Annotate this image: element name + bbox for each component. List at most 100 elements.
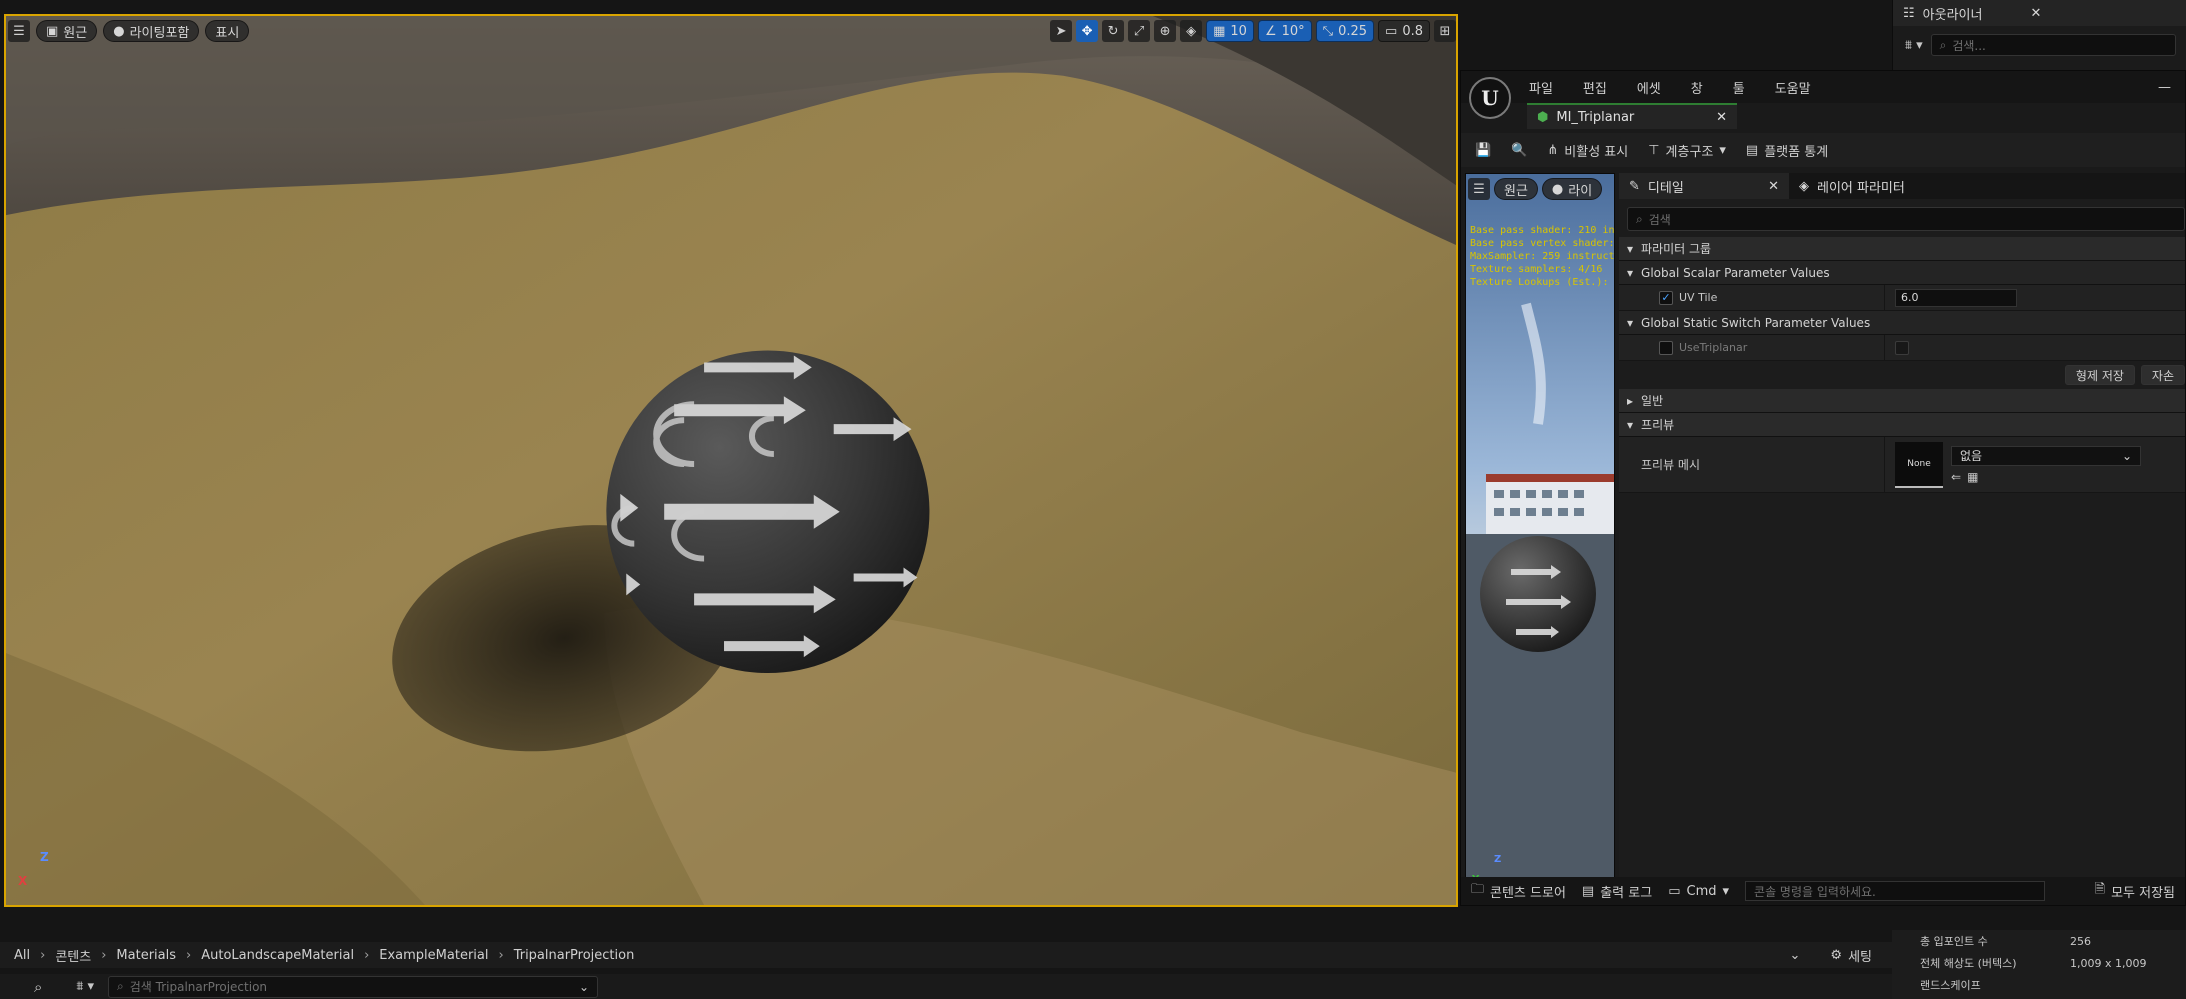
static-switch-parameter-group[interactable]: ▾ Global Static Switch Parameter Values — [1619, 311, 2185, 335]
save-icon[interactable]: 💾 — [1475, 143, 1491, 158]
viewport-layout-icon[interactable]: ⊞ — [1434, 20, 1456, 42]
browse-icon[interactable]: 🔍 — [1511, 143, 1527, 158]
preview-section-header[interactable]: ▾ 프리뷰 — [1619, 413, 2185, 437]
hide-inactive-button[interactable]: ⋔ 비활성 표시 — [1547, 141, 1628, 160]
breadcrumb-autolandscape[interactable]: AutoLandscapeMaterial — [201, 948, 354, 963]
preview-mesh-value-cell: None 없음 ⌄ ⇐ ▦ — [1885, 437, 2141, 492]
menu-window[interactable]: 창 — [1691, 78, 1703, 97]
breadcrumb-materials[interactable]: Materials — [116, 948, 176, 963]
menu-edit[interactable]: 편집 — [1583, 78, 1607, 97]
use-selected-icon[interactable]: ⇐ — [1951, 470, 1961, 484]
preview-mesh-dropdown[interactable]: 없음 ⌄ — [1951, 445, 2141, 466]
outliner-tab[interactable]: ☷ 아웃라이너 ✕ — [1893, 0, 2186, 26]
close-icon[interactable]: ✕ — [1716, 110, 1727, 125]
stats-row: 전체 해상도 (버텍스) 1,009 x 1,009 — [1920, 956, 2147, 971]
filter-icon[interactable]: ⩩ ▾ — [1905, 38, 1923, 53]
uv-tile-checkbox[interactable]: ✓ — [1659, 290, 1673, 305]
camera-icon: ▭ — [1385, 23, 1398, 39]
menu-file[interactable]: 파일 — [1529, 78, 1553, 97]
unreal-logo: U — [1469, 77, 1511, 119]
folder-icon: 🗀 — [1471, 882, 1485, 897]
rotation-snap-button[interactable]: ∠ 10° — [1257, 20, 1312, 42]
tab-layer-parameters[interactable]: ◈ 레이어 파라미터 — [1789, 173, 1915, 199]
preview-menu-icon[interactable]: ☰ — [1468, 178, 1490, 200]
search-icon: ⌕ — [117, 979, 124, 993]
material-preview-viewport[interactable]: ☰ 원근 ● 라이 Base pass shader: 210 instru B… — [1465, 173, 1615, 903]
save-child-button[interactable]: 자손 — [2140, 365, 2185, 385]
save-sibling-button[interactable]: 형제 저장 — [2064, 365, 2135, 385]
use-triplanar-value-checkbox[interactable] — [1895, 340, 1909, 355]
scalar-parameter-group[interactable]: ▾ Global Scalar Parameter Values — [1619, 261, 2185, 285]
camera-speed-button[interactable]: ▭ 0.8 — [1378, 20, 1430, 42]
sphere-icon: ● — [1551, 181, 1564, 197]
viewport-transform-tools: ➤ ✥ ↻ ⤢ ⊕ ◈ ▦ 10 ∠ 10° ⤡ 0.25 ▭ 0.8 ⊞ — [1050, 20, 1456, 42]
show-button[interactable]: 표시 — [205, 20, 250, 42]
preview-lighting-button[interactable]: ● 라이 — [1541, 178, 1603, 200]
output-log-button[interactable]: ▤ 출력 로그 — [1582, 882, 1652, 901]
breadcrumb-content[interactable]: 콘텐츠 — [55, 946, 91, 965]
preview-perspective-button[interactable]: 원근 — [1494, 178, 1538, 200]
content-browser-path-bar: All › 콘텐츠 › Materials › AutoLandscapeMat… — [0, 942, 1892, 968]
close-icon[interactable]: ✕ — [2030, 6, 2041, 21]
move-tool-icon[interactable]: ✥ — [1076, 20, 1099, 42]
use-triplanar-name: UseTriplanar — [1619, 335, 1885, 360]
editor-status-bar: 🗀 콘텐츠 드로어 ▤ 출력 로그 ▭ Cmd ▾ 콘솔 명령을 입력하세요. … — [1461, 877, 2185, 905]
chevron-down-icon: ▾ — [1627, 417, 1634, 432]
parameter-groups-header[interactable]: ▾ 파라미터 그룹 — [1619, 237, 2185, 261]
use-triplanar-override-checkbox[interactable] — [1659, 340, 1673, 355]
pencil-icon: ✎ — [1629, 178, 1640, 194]
chevron-down-icon: ▾ — [1627, 265, 1634, 280]
preview-mesh-thumbnail[interactable]: None — [1895, 441, 1943, 488]
document-tab-mi-triplanar[interactable]: ⬢ MI_Triplanar ✕ — [1527, 103, 1737, 129]
terminal-icon: ▭ — [1668, 883, 1681, 899]
select-tool-icon[interactable]: ➤ — [1050, 20, 1073, 42]
menu-help[interactable]: 도움말 — [1775, 78, 1811, 97]
filter-icon[interactable]: ⩩ ▾ — [76, 979, 94, 994]
stats-icon: ▤ — [1745, 142, 1759, 158]
chevron-right-icon: › — [364, 947, 370, 963]
general-section-header[interactable]: ▸ 일반 — [1619, 389, 2185, 413]
landscape-stats-panel: 총 입포인트 수 256 전체 해상도 (버텍스) 1,009 x 1,009 … — [1892, 930, 2186, 999]
preview-toolbar: ☰ 원근 ● 라이 — [1468, 176, 1612, 202]
scale-snap-icon: ⤡ — [1322, 23, 1334, 39]
preview-mesh-name: 프리뷰 메시 — [1619, 437, 1885, 492]
console-command-input[interactable]: 콘솔 명령을 입력하세요. — [1745, 881, 2046, 901]
chevron-down-icon: ⌄ — [2121, 448, 2132, 463]
perspective-button[interactable]: ▣ 원근 — [36, 20, 98, 42]
chevron-down-icon[interactable]: ⌄ — [1790, 948, 1801, 963]
menu-asset[interactable]: 에셋 — [1637, 78, 1661, 97]
content-drawer-button[interactable]: 🗀 콘텐츠 드로어 — [1471, 880, 1566, 902]
hierarchy-button[interactable]: ⊤ 계층구조 ▾ — [1648, 141, 1726, 160]
search-icon[interactable]: ⌕ — [34, 978, 42, 996]
uv-tile-value-input[interactable]: 6.0 — [1895, 288, 2017, 307]
content-search-input[interactable]: ⌕ 검색 TripalnarProjection ⌄ — [108, 975, 599, 998]
level-viewport[interactable]: ☰ ▣ 원근 ● 라이팅포함 표시 ➤ ✥ ↻ ⤢ ⊕ ◈ ▦ 10 ∠ 10°… — [4, 14, 1458, 907]
surface-snap-icon[interactable]: ◈ — [1180, 20, 1203, 42]
world-local-icon[interactable]: ⊕ — [1154, 20, 1177, 42]
platform-stats-button[interactable]: ▤ 플랫폼 통계 — [1746, 141, 1828, 160]
search-icon: ⌕ — [1636, 211, 1643, 226]
menu-tools[interactable]: 툴 — [1733, 78, 1745, 97]
breadcrumb-triplanar[interactable]: TripalnarProjection — [514, 948, 635, 963]
material-instance-icon: ⬢ — [1537, 109, 1549, 125]
outliner-search-input[interactable]: ⌕ 검색... — [1930, 34, 2176, 56]
scale-tool-icon[interactable]: ⤢ — [1128, 20, 1151, 42]
minimize-icon[interactable]: — — [2158, 80, 2171, 95]
viewport-menu-icon[interactable]: ☰ — [8, 20, 30, 42]
save-all-button[interactable]: 🗎 모두 저장됨 — [2095, 880, 2175, 902]
breadcrumb-all[interactable]: All — [14, 948, 30, 963]
settings-button[interactable]: ⚙ 세팅 — [1830, 946, 1872, 965]
browse-asset-icon[interactable]: ▦ — [1967, 470, 1978, 484]
scale-snap-button[interactable]: ⤡ 0.25 — [1315, 20, 1375, 42]
rotate-tool-icon[interactable]: ↻ — [1102, 20, 1125, 42]
grid-snap-button[interactable]: ▦ 10 — [1206, 20, 1254, 42]
tab-details[interactable]: ✎ 디테일 ✕ — [1619, 173, 1789, 199]
cmd-dropdown[interactable]: ▭ Cmd ▾ — [1668, 884, 1729, 899]
hierarchy-icon: ⊤ — [1648, 142, 1660, 158]
details-search-input[interactable]: ⌕ 검색 — [1627, 207, 2185, 231]
uv-tile-value-cell: 6.0 — [1885, 285, 2017, 310]
lighting-mode-button[interactable]: ● 라이팅포함 — [103, 20, 200, 42]
breadcrumb-examplematerial[interactable]: ExampleMaterial — [379, 948, 488, 963]
close-icon[interactable]: ✕ — [1768, 179, 1779, 194]
axis-x-label: X — [18, 874, 28, 888]
